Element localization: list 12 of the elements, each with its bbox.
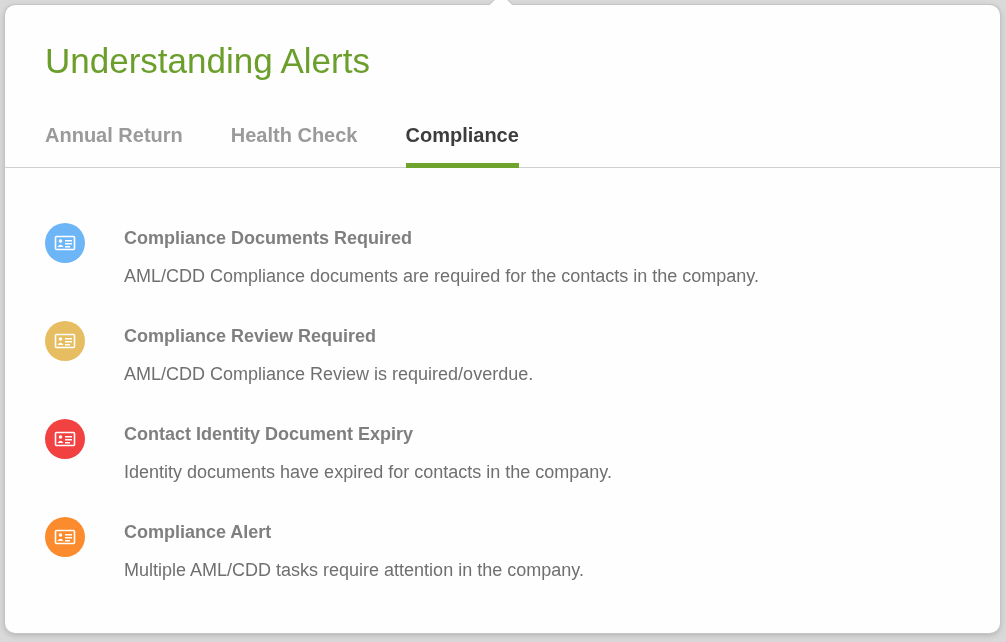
alert-title: Contact Identity Document Expiry — [124, 423, 415, 445]
alert-title: Compliance Alert — [124, 521, 273, 543]
tab[interactable]: Annual Return — [45, 124, 183, 168]
alert-title: Compliance Review Required — [124, 325, 378, 347]
alert-description: AML/CDD Compliance documents are required for the contacts in the company. — [124, 265, 759, 287]
alert-description: Identity documents have expired for contacts in the company. — [124, 461, 612, 483]
tab[interactable]: Compliance — [405, 124, 519, 168]
alert-title: Compliance Documents Required — [124, 227, 414, 249]
popover-title: Understanding Alerts — [45, 41, 371, 81]
alert-description: AML/CDD Compliance Review is required/overdue. — [124, 363, 534, 385]
tab[interactable]: Health Check — [230, 124, 358, 168]
alert-description: Multiple AML/CDD tasks require attention in the company. — [124, 559, 584, 581]
